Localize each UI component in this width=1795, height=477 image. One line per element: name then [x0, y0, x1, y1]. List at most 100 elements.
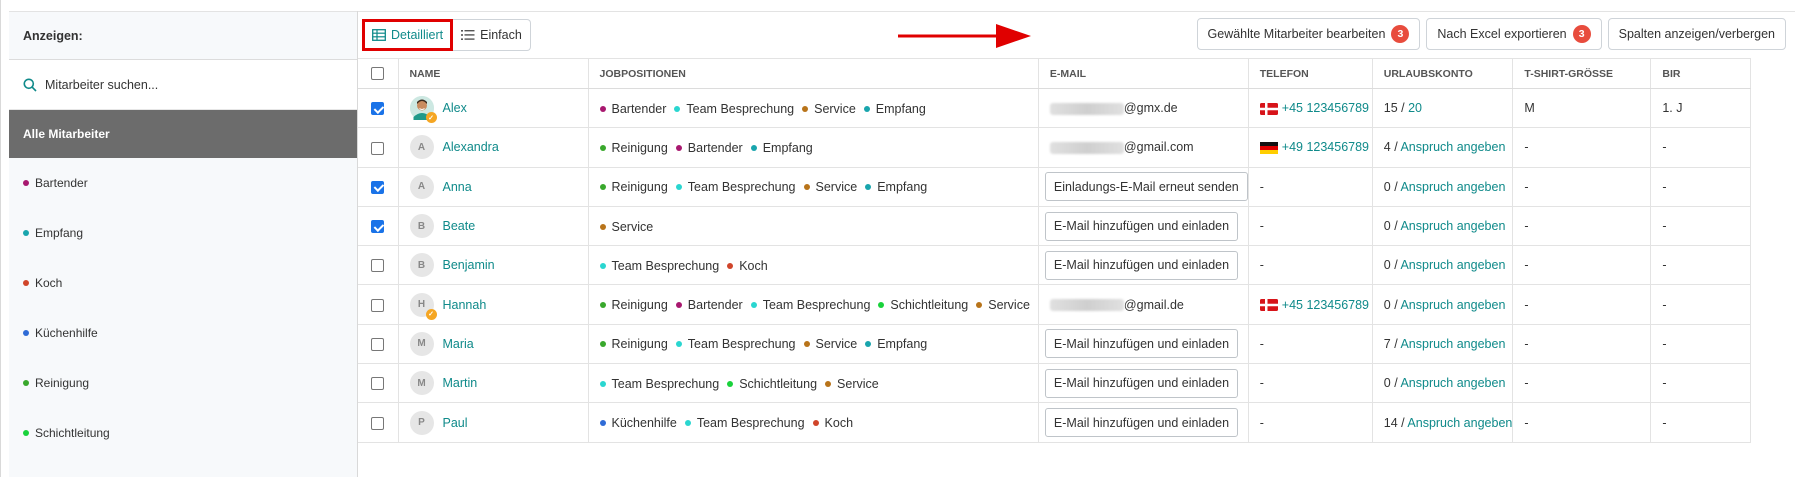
email-redacted	[1049, 142, 1124, 155]
employee-name-link[interactable]: Paul	[443, 416, 468, 430]
vacation-entitlement-link[interactable]: 20	[1408, 101, 1422, 115]
row-checkbox[interactable]	[371, 102, 384, 116]
invite-email-button[interactable]: E-Mail hinzufügen und einladen	[1044, 250, 1239, 280]
tab-simple[interactable]: Einfach	[453, 19, 531, 51]
vacation-entitlement-link[interactable]: Anspruch angeben	[1400, 258, 1505, 272]
vacation-entitlement-link[interactable]: Anspruch angeben	[1400, 298, 1505, 312]
position-tag: Service	[599, 220, 653, 234]
email-cell: E-Mail hinzufügen und einladen	[1038, 363, 1249, 404]
vacation-entitlement-link[interactable]: Anspruch angeben	[1407, 416, 1511, 430]
vacation-used: 0	[1383, 376, 1391, 391]
position-tag: Schichtleitung	[878, 298, 968, 312]
table-row[interactable]: B Beate Service E-Mail hinzufügen und einla…	[358, 206, 1752, 247]
row-checkbox[interactable]	[371, 298, 384, 312]
avatar: A	[409, 135, 434, 160]
position-tag: Empfang	[750, 141, 813, 155]
column-header-birthday[interactable]: BIR	[1650, 58, 1752, 89]
tab-detailed[interactable]: Detailliert	[362, 19, 454, 51]
sidebar-item-bartender[interactable]: Bartender	[9, 158, 357, 208]
name-cell: H ✓ Hannah	[398, 284, 589, 325]
position-label: Service	[815, 180, 858, 195]
position-dot-icon	[865, 184, 872, 191]
row-checkbox[interactable]	[371, 141, 384, 155]
table-row[interactable]: M Martin Team Besprechung Schichtleitung Ser…	[358, 363, 1752, 404]
position-tag: Service	[803, 180, 858, 195]
sidebar-item-koch[interactable]: Koch	[9, 258, 357, 308]
table-header-row: NAME JOBPOSITIONEN E-MAIL TELEFON URLAUB…	[358, 58, 1752, 89]
column-header-phone[interactable]: TELEFON	[1248, 58, 1373, 89]
avatar-initial: B	[417, 220, 426, 232]
table-row[interactable]: P Paul Küchenhilfe Team Besprechung Koch E-Ma…	[358, 402, 1752, 443]
row-checkbox[interactable]	[371, 220, 384, 234]
edit-selected-button[interactable]: Gewählte Mitarbeiter bearbeiten 3	[1196, 18, 1421, 50]
position-dot-icon	[23, 280, 29, 286]
position-tag: Empfang	[865, 337, 927, 351]
positions-cell: Reinigung Bartender Empfang	[588, 127, 1039, 168]
position-tag: Küchenhilfe	[599, 416, 677, 430]
position-dot-icon	[599, 302, 606, 309]
table-row[interactable]: ✓ Alex Bartender Team Besprechung Service Emp…	[358, 88, 1752, 129]
position-tag: Schichtleitung	[727, 377, 817, 391]
column-header-positions[interactable]: JOBPOSITIONEN	[588, 58, 1039, 89]
position-tag: Team Besprechung	[599, 377, 719, 391]
name-cell: M Martin	[398, 363, 589, 404]
position-dot-icon	[802, 105, 809, 112]
employee-name-link[interactable]: Alex	[443, 101, 467, 115]
tab-detailed-label: Detailliert	[391, 28, 444, 42]
sidebar-item-label: Empfang	[35, 226, 84, 240]
sidebar-item-schichtleitung[interactable]: Schichtleitung	[9, 408, 357, 458]
invite-email-button[interactable]: Einladungs-E-Mail erneut senden	[1044, 172, 1248, 202]
sidebar-item-all[interactable]: Alle Mitarbeiter	[9, 110, 357, 158]
sidebar-item-empfang[interactable]: Empfang	[9, 208, 357, 258]
row-checkbox[interactable]	[371, 259, 384, 273]
tshirt-cell: -	[1512, 206, 1652, 247]
position-label: Bartender	[611, 101, 667, 116]
sidebar-item-reinigung[interactable]: Reinigung	[9, 358, 357, 408]
select-all-checkbox[interactable]	[371, 67, 384, 80]
employee-name-link[interactable]: Hannah	[443, 298, 487, 312]
phone-link[interactable]: +45 123456789	[1282, 101, 1369, 115]
sidebar-item-küchenhilfe[interactable]: Küchenhilfe	[9, 308, 357, 358]
table-row[interactable]: A Alexandra Reinigung Bartender Empfang @gmai…	[358, 127, 1752, 168]
employee-name-link[interactable]: Maria	[443, 337, 474, 351]
birthday-cell: -	[1650, 324, 1752, 365]
export-excel-button[interactable]: Nach Excel exportieren 3	[1426, 18, 1602, 50]
employee-name-link[interactable]: Benjamin	[443, 258, 495, 272]
column-header-tshirt[interactable]: T-SHIRT-GRÖSSE	[1512, 58, 1652, 89]
position-dot-icon	[23, 330, 29, 336]
vacation-entitlement-link[interactable]: Anspruch angeben	[1400, 140, 1505, 154]
invite-email-button[interactable]: E-Mail hinzufügen und einladen	[1044, 408, 1239, 438]
vacation-entitlement-link[interactable]: Anspruch angeben	[1400, 180, 1505, 194]
employee-name-link[interactable]: Beate	[443, 219, 476, 233]
vacation-entitlement-link[interactable]: Anspruch angeben	[1400, 376, 1505, 390]
avatar: B	[409, 253, 434, 278]
table-row[interactable]: H ✓ Hannah Reinigung Bartender Team Besprechu…	[358, 284, 1752, 325]
vacation-entitlement-link[interactable]: Anspruch angeben	[1400, 337, 1505, 351]
invite-email-button[interactable]: E-Mail hinzufügen und einladen	[1044, 368, 1239, 398]
sidebar-items: Bartender Empfang Koch Küchenhilfe Reinigung…	[9, 158, 357, 458]
position-dot-icon	[675, 302, 682, 309]
toggle-columns-button[interactable]: Spalten anzeigen/verbergen	[1607, 18, 1786, 50]
column-header-vacation[interactable]: URLAUBSKONTO	[1372, 58, 1514, 89]
invite-email-button[interactable]: E-Mail hinzufügen und einladen	[1044, 329, 1239, 359]
employee-name-link[interactable]: Anna	[443, 180, 472, 194]
email-domain: @gmail.de	[1123, 297, 1184, 312]
column-header-name[interactable]: NAME	[398, 58, 589, 89]
name-cell: A Alexandra	[398, 127, 589, 168]
employee-name-link[interactable]: Alexandra	[443, 140, 499, 154]
phone-link[interactable]: +45 123456789	[1282, 298, 1369, 312]
table-row[interactable]: A Anna Reinigung Team Besprechung Service Emp…	[358, 167, 1752, 207]
row-checkbox[interactable]	[371, 416, 384, 430]
column-header-email[interactable]: E-MAIL	[1038, 58, 1249, 89]
search-input[interactable]: Mitarbeiter suchen...	[9, 60, 357, 110]
avatar: M	[409, 331, 434, 356]
row-checkbox[interactable]	[371, 377, 384, 391]
employee-name-link[interactable]: Martin	[443, 376, 478, 390]
phone-link[interactable]: +49 123456789	[1282, 140, 1369, 154]
table-row[interactable]: M Maria Reinigung Team Besprechung Service Em…	[358, 324, 1752, 365]
table-row[interactable]: B Benjamin Team Besprechung Koch E-Mail hinz…	[358, 245, 1752, 286]
row-checkbox[interactable]	[371, 338, 384, 352]
vacation-entitlement-link[interactable]: Anspruch angeben	[1400, 219, 1505, 233]
row-checkbox[interactable]	[371, 180, 384, 194]
invite-email-button[interactable]: E-Mail hinzufügen und einladen	[1044, 211, 1239, 241]
